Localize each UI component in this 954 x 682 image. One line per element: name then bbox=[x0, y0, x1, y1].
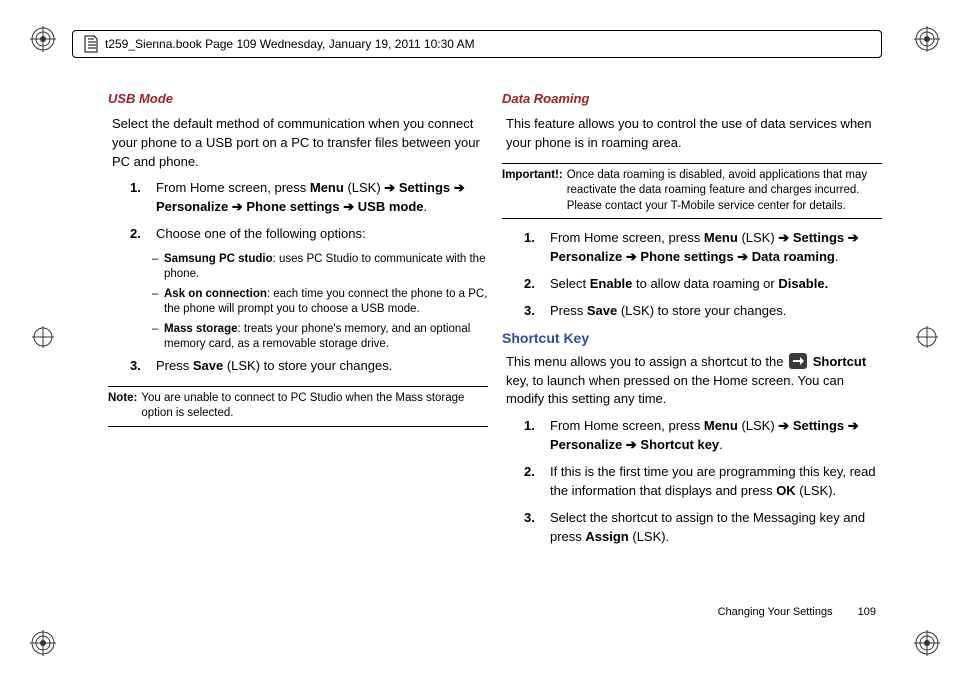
option-row: –Ask on connection: each time you connec… bbox=[152, 287, 488, 318]
reg-mark-icon bbox=[30, 630, 56, 656]
draft-header-text: t259_Sienna.book Page 109 Wednesday, Jan… bbox=[105, 37, 475, 51]
step-text: Choose one of the following options: bbox=[156, 225, 488, 244]
page-footer: Changing Your Settings 109 bbox=[718, 606, 876, 618]
step-text: From Home screen, press Menu (LSK) ➔ Set… bbox=[550, 229, 882, 267]
list-number: 3. bbox=[524, 509, 540, 547]
page-number: 109 bbox=[858, 606, 876, 618]
reg-mark-icon bbox=[30, 26, 56, 52]
reg-mark-icon bbox=[914, 630, 940, 656]
option-row: –Samsung PC studio: uses PC Studio to co… bbox=[152, 252, 488, 283]
list-number: 1. bbox=[130, 179, 146, 217]
list-number: 1. bbox=[524, 229, 540, 267]
step-text: Select Enable to allow data roaming or D… bbox=[550, 275, 882, 294]
note-block: Note:You are unable to connect to PC Stu… bbox=[108, 386, 488, 427]
left-column: USB Mode Select the default method of co… bbox=[108, 90, 488, 622]
data-roaming-heading: Data Roaming bbox=[502, 90, 882, 109]
step-text: From Home screen, press Menu (LSK) ➔ Set… bbox=[156, 179, 488, 217]
draft-header: t259_Sienna.book Page 109 Wednesday, Jan… bbox=[72, 30, 882, 58]
option-row: –Mass storage: treats your phone's memor… bbox=[152, 322, 488, 353]
usb-intro: Select the default method of communicati… bbox=[112, 115, 488, 172]
step-text: Select the shortcut to assign to the Mes… bbox=[550, 509, 882, 547]
step-text: From Home screen, press Menu (LSK) ➔ Set… bbox=[550, 417, 882, 455]
cross-mark-icon bbox=[916, 326, 938, 348]
list-number: 2. bbox=[524, 275, 540, 294]
usb-mode-heading: USB Mode bbox=[108, 90, 488, 109]
cross-mark-icon bbox=[32, 326, 54, 348]
book-icon bbox=[83, 35, 99, 53]
list-number: 2. bbox=[524, 463, 540, 501]
right-column: Data Roaming This feature allows you to … bbox=[502, 90, 882, 622]
list-number: 1. bbox=[524, 417, 540, 455]
shortcut-intro: This menu allows you to assign a shortcu… bbox=[506, 353, 882, 410]
shortcut-key-heading: Shortcut Key bbox=[502, 328, 882, 348]
list-number: 2. bbox=[130, 225, 146, 244]
shortcut-key-icon bbox=[789, 353, 807, 369]
list-number: 3. bbox=[130, 357, 146, 376]
reg-mark-icon bbox=[914, 26, 940, 52]
step-text: Press Save (LSK) to store your changes. bbox=[550, 302, 882, 321]
roaming-intro: This feature allows you to control the u… bbox=[506, 115, 882, 153]
step-text: If this is the first time you are progra… bbox=[550, 463, 882, 501]
important-block: Important!:Once data roaming is disabled… bbox=[502, 163, 882, 220]
step-text: Press Save (LSK) to store your changes. bbox=[156, 357, 488, 376]
list-number: 3. bbox=[524, 302, 540, 321]
section-name: Changing Your Settings bbox=[718, 606, 833, 618]
